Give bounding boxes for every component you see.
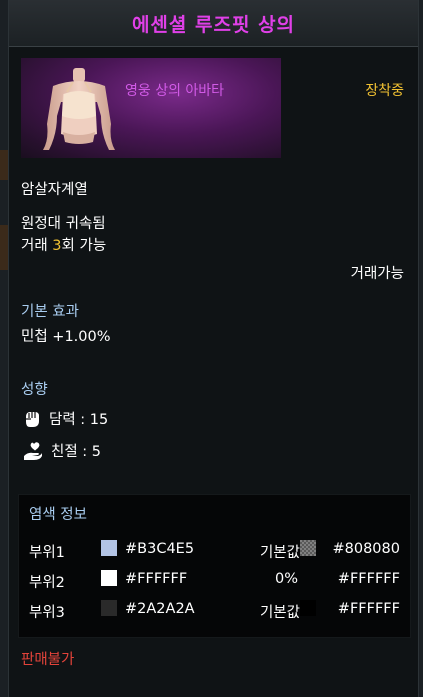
dye-color-swatch [101,600,117,616]
trade-prefix: 거래 [21,238,53,254]
dye-default-label: 기본값 [259,605,300,621]
tendency-heading: 성향 [21,382,48,398]
tendency-item: 친절 : 5 [23,440,101,461]
trade-count: 3 [52,238,62,254]
dye-info-panel: 염색 정보 부위1 #B3C4E5 기본값 #808080 부위2 #FFFFF… [18,494,411,638]
bind-status: 원정대 귀속됨 [21,216,106,232]
basic-effect-heading: 기본 효과 [21,304,79,320]
dye-part-label: 부위1 [29,545,65,561]
tendency-item: 담력 : 15 [23,408,108,429]
dye-row: 부위1 #B3C4E5 기본값 #808080 [19,539,410,561]
dye-color-hex: #B3C4E5 [125,541,195,557]
dye-gloss-value: 0% [274,571,298,587]
tooltip-title-bar: 에센셜 루즈핏 상의 [9,0,418,47]
item-name: 에센셜 루즈핏 상의 [131,13,296,36]
item-tooltip: 에센셜 루즈핏 상의 영웅 상의 아바타 장착중 암살자계열 원정대 귀속됨 거… [8,0,419,697]
dye-secondary-swatch [300,540,316,556]
basic-effect-stat: 민첩 +1.00% [21,329,111,345]
dye-part-label: 부위3 [29,605,65,621]
equipped-status: 장착중 [365,83,404,99]
avatar-banner: 영웅 상의 아바타 [21,58,281,158]
dye-color-hex: #FFFFFF [125,571,188,587]
tendency-label: 담력 : 15 [49,412,109,428]
dye-info-heading: 염색 정보 [29,507,87,523]
dye-part-label: 부위2 [29,575,65,591]
tradeable-status: 거래가능 [350,266,404,282]
top-garment-icon [43,68,115,150]
trade-suffix: 회 가능 [61,238,107,254]
dye-row: 부위2 #FFFFFF 0% #FFFFFF [19,569,410,591]
dye-secondary-swatch [300,600,316,616]
dye-color-swatch [101,570,117,586]
dye-color-hex: #2A2A2A [125,601,195,617]
background-window-edge [0,150,8,180]
heart-hand-icon [24,441,42,460]
class-restriction: 암살자계열 [21,182,88,198]
dye-default-label: 기본값 [259,545,300,561]
trade-count-line: 거래 3회 가능 [21,234,106,255]
dye-secondary-hex: #808080 [332,541,400,557]
avatar-grade-label: 영웅 상의 아바타 [125,83,225,99]
dye-secondary-hex: #FFFFFF [337,571,400,587]
tendency-label: 친절 : 5 [51,444,102,460]
dye-secondary-hex: #FFFFFF [337,601,400,617]
fist-icon [26,411,39,427]
dye-color-swatch [101,540,117,556]
dye-row: 부위3 #2A2A2A 기본값 #FFFFFF [19,599,410,621]
unsellable-status: 판매불가 [21,652,75,668]
background-window-edge [0,225,8,270]
